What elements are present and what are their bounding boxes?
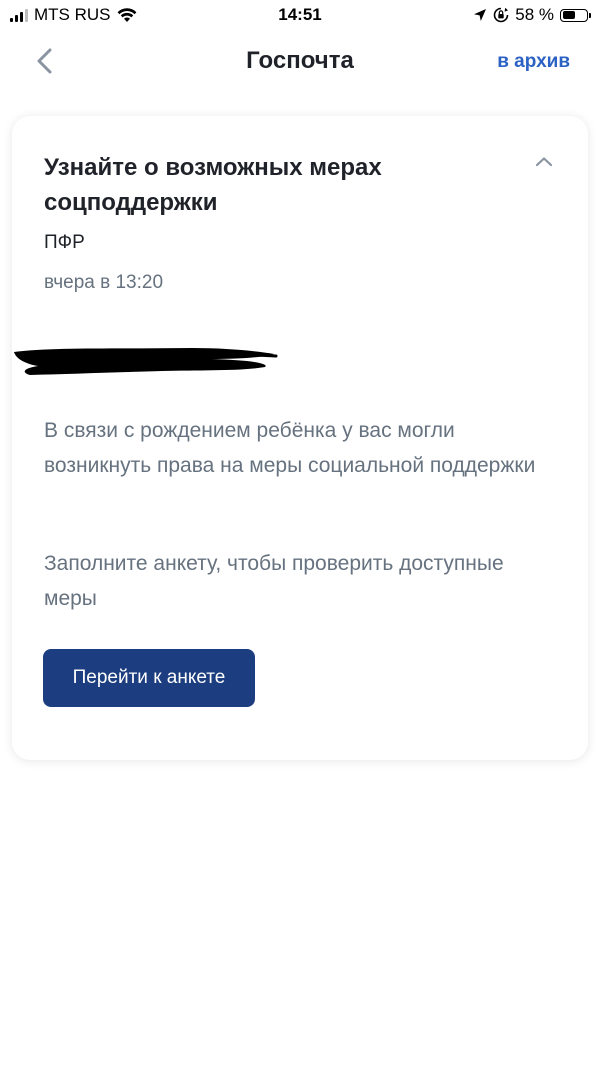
message-title: Узнайте о возможных мерах соцподдержки xyxy=(44,154,382,216)
battery-percent: 58 % xyxy=(515,5,554,24)
nav-bar: Госпочта в архив xyxy=(0,36,600,90)
status-bar: MTS RUS 14:51 58 % xyxy=(0,0,600,32)
status-right: 58 % xyxy=(473,5,591,25)
redaction-mark xyxy=(14,348,278,375)
open-questionnaire-button[interactable]: Перейти к анкете xyxy=(43,649,255,707)
collapse-button[interactable] xyxy=(534,154,554,170)
chevron-up-icon xyxy=(535,157,553,167)
battery-level xyxy=(562,11,576,19)
archive-button[interactable]: в архив xyxy=(497,51,570,73)
message-paragraph: Заполните анкету, чтобы проверить доступ… xyxy=(44,552,504,610)
message-card: Узнайте о возможных мерах соцподдержки П… xyxy=(12,116,588,760)
battery-icon xyxy=(560,8,591,22)
message-paragraph: В связи с рождением ребёнка у вас могли … xyxy=(44,419,536,477)
rotation-lock-icon xyxy=(493,7,509,23)
location-arrow-icon xyxy=(474,9,487,21)
message-date: вчера в 13:20 xyxy=(44,272,164,293)
message-sender: ПФР xyxy=(44,232,85,253)
